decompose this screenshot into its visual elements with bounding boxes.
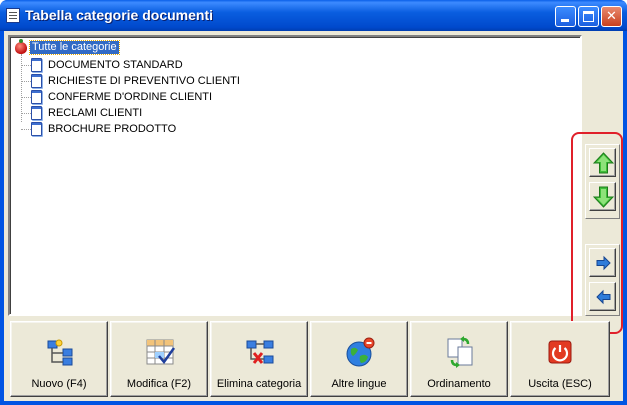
tree-item[interactable]: BROCHURE PRODOTTO	[10, 121, 310, 137]
sort-button-label: Ordinamento	[427, 378, 491, 390]
new-button-label: Nuovo (F4)	[31, 378, 87, 390]
minimize-icon	[561, 19, 569, 22]
tree-item-label: DOCUMENTO STANDARD	[48, 59, 183, 71]
window-title: Tabella categorie documenti	[25, 7, 214, 23]
client-area: Tutte le categorie DOCUMENTO STANDARD RI…	[4, 31, 623, 401]
document-icon	[31, 74, 42, 88]
bottom-toolbar: Nuovo (F4) Modifica (F2) Elimina categor…	[8, 321, 619, 398]
tree-connector	[21, 81, 31, 82]
exit-button-label: Uscita (ESC)	[528, 378, 592, 390]
exit-button[interactable]: Uscita (ESC)	[510, 321, 610, 397]
app-icon[interactable]	[6, 8, 20, 23]
maximize-icon	[583, 11, 594, 22]
highlight-box	[571, 132, 623, 334]
maximize-button[interactable]	[578, 6, 599, 27]
tree-item-label: RICHIESTE DI PREVENTIVO CLIENTI	[48, 75, 240, 87]
document-icon	[31, 58, 42, 72]
close-icon: ✕	[606, 9, 617, 24]
tree-connector	[21, 97, 31, 98]
edit-button[interactable]: Modifica (F2)	[110, 321, 208, 397]
globe-icon	[346, 337, 375, 367]
edit-grid-icon	[146, 339, 176, 365]
sort-pages-icon	[447, 336, 473, 368]
new-category-icon	[47, 339, 73, 366]
languages-button[interactable]: Altre lingue	[310, 321, 408, 397]
tree-item[interactable]: RECLAMI CLIENTI	[10, 105, 310, 121]
strawberry-icon	[15, 39, 27, 54]
document-icon	[31, 90, 42, 104]
tree-connector	[21, 113, 31, 114]
tree-root-label[interactable]: Tutte le categorie	[29, 40, 120, 55]
tree-item[interactable]: RICHIESTE DI PREVENTIVO CLIENTI	[10, 73, 310, 89]
document-icon	[31, 122, 42, 136]
delete-button[interactable]: Elimina categoria	[210, 321, 308, 397]
tree-connector	[21, 65, 31, 66]
title-bar[interactable]: Tabella categorie documenti ✕	[0, 0, 627, 31]
close-button[interactable]: ✕	[601, 6, 622, 27]
category-tree[interactable]: Tutte le categorie DOCUMENTO STANDARD RI…	[8, 35, 582, 316]
tree-item[interactable]: CONFERME D'ORDINE CLIENTI	[10, 89, 310, 105]
tree-item[interactable]: DOCUMENTO STANDARD	[10, 57, 310, 73]
document-icon	[31, 106, 42, 120]
tree-item-label: BROCHURE PRODOTTO	[48, 123, 177, 135]
power-icon	[548, 340, 572, 364]
tree-connector	[21, 129, 31, 130]
main-window: Tabella categorie documenti ✕ Tutte le c…	[0, 0, 627, 405]
sort-button[interactable]: Ordinamento	[410, 321, 508, 397]
delete-category-icon	[246, 340, 274, 364]
tree-item-label: CONFERME D'ORDINE CLIENTI	[48, 91, 213, 103]
languages-button-label: Altre lingue	[331, 378, 387, 390]
edit-button-label: Modifica (F2)	[126, 378, 192, 390]
tree-item-label: RECLAMI CLIENTI	[48, 107, 143, 119]
new-button[interactable]: Nuovo (F4)	[10, 321, 108, 397]
delete-button-label: Elimina categoria	[216, 378, 302, 390]
minimize-button[interactable]	[555, 6, 576, 27]
